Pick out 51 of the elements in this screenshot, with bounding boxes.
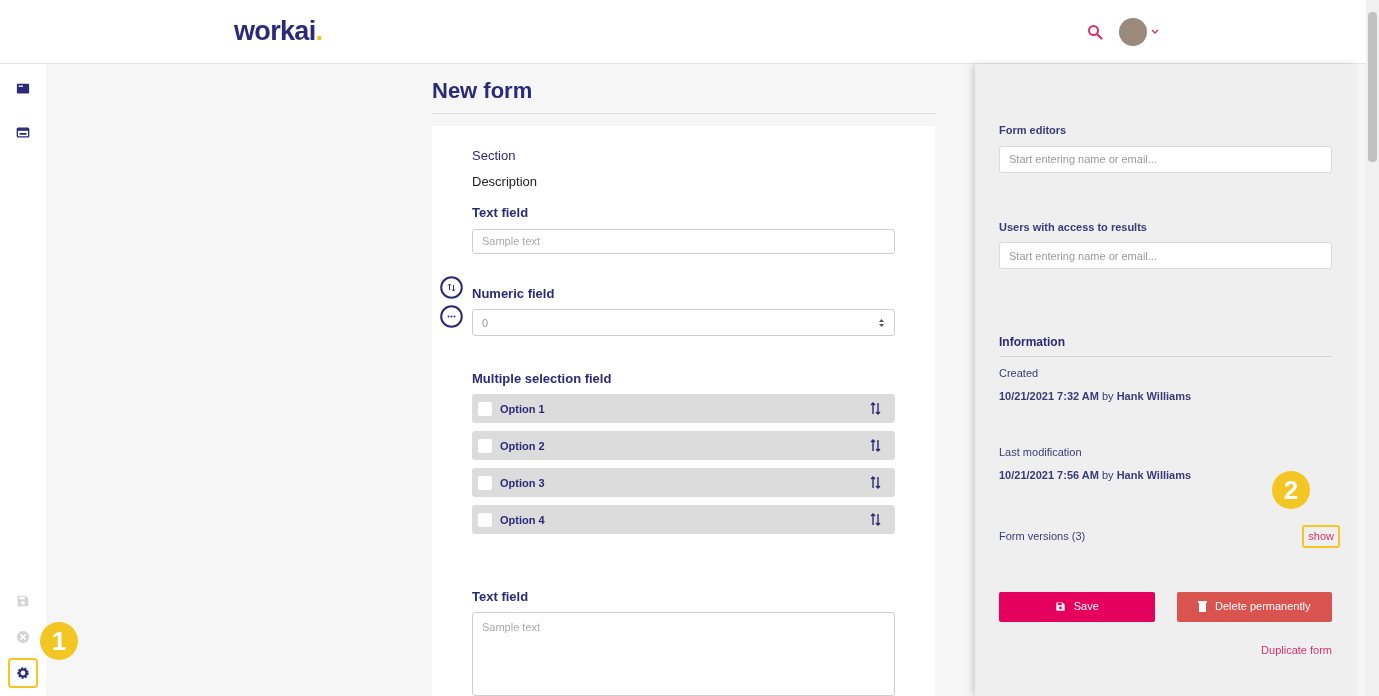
trash-icon: [1198, 601, 1208, 612]
reorder-icon[interactable]: [870, 402, 881, 416]
option-label: Option 3: [500, 475, 546, 491]
description-text: Description: [472, 172, 539, 191]
field-label: Multiple selection field: [472, 369, 613, 388]
people-input-field[interactable]: Start entering name or email...: [999, 242, 1332, 269]
option-label: Option 4: [500, 512, 546, 528]
checkbox[interactable]: [478, 475, 492, 490]
save-button[interactable]: Save: [999, 591, 1155, 622]
more-icon[interactable]: [440, 304, 463, 328]
text-area-field[interactable]: Sample text: [472, 612, 895, 696]
field-label: Users with access to results: [999, 219, 1148, 235]
duplicate-link[interactable]: Duplicate form: [1261, 641, 1332, 658]
spinner-icon[interactable]: [878, 317, 885, 328]
settings-icon[interactable]: [8, 658, 38, 688]
delete-button[interactable]: Delete permanently: [1176, 591, 1332, 622]
option-row[interactable]: Option 1: [472, 394, 895, 424]
info-label: Form versions (3): [999, 529, 1086, 544]
option-label: Option 1: [500, 401, 546, 417]
field-label: Form editors: [999, 123, 1068, 138]
field-label: Text field: [472, 587, 530, 606]
info-text: 10/21/2021 7:56 AM by Hank Williams: [999, 467, 1192, 483]
reorder-icon[interactable]: [440, 275, 463, 299]
option-row[interactable]: Option 4: [472, 505, 895, 535]
section-heading: Information: [999, 333, 1332, 357]
checkbox[interactable]: [478, 401, 492, 416]
chevron-down-icon[interactable]: [1151, 28, 1159, 35]
option-row[interactable]: Option 3: [472, 468, 895, 498]
form-title: New form: [432, 77, 534, 105]
search-icon[interactable]: [1087, 23, 1103, 40]
text-input-field[interactable]: Sample text: [472, 228, 895, 255]
option-row[interactable]: Option 2: [472, 431, 895, 461]
field-label: Numeric field: [472, 284, 556, 303]
checkbox[interactable]: [478, 438, 492, 453]
user-avatar[interactable]: [1119, 17, 1147, 46]
show-link[interactable]: show: [1302, 525, 1340, 548]
scrollbar[interactable]: [1366, 0, 1379, 696]
reorder-icon[interactable]: [870, 439, 881, 453]
reorder-icon[interactable]: [870, 476, 881, 490]
section-label: Section: [472, 147, 517, 165]
info-label: Created: [999, 366, 1040, 381]
info-text: 10/21/2021 7:32 AM by Hank Williams: [999, 388, 1192, 404]
reorder-icon[interactable]: [870, 513, 881, 527]
people-input-field[interactable]: Start entering name or email...: [999, 145, 1332, 173]
option-label: Option 2: [500, 438, 546, 454]
save-icon: [1054, 601, 1066, 612]
workai-logo[interactable]: workai.: [234, 11, 323, 52]
callout-badge: 1: [40, 622, 78, 660]
info-label: Last modification: [999, 445, 1083, 460]
field-label: Text field: [472, 204, 530, 222]
checkbox[interactable]: [478, 512, 492, 527]
